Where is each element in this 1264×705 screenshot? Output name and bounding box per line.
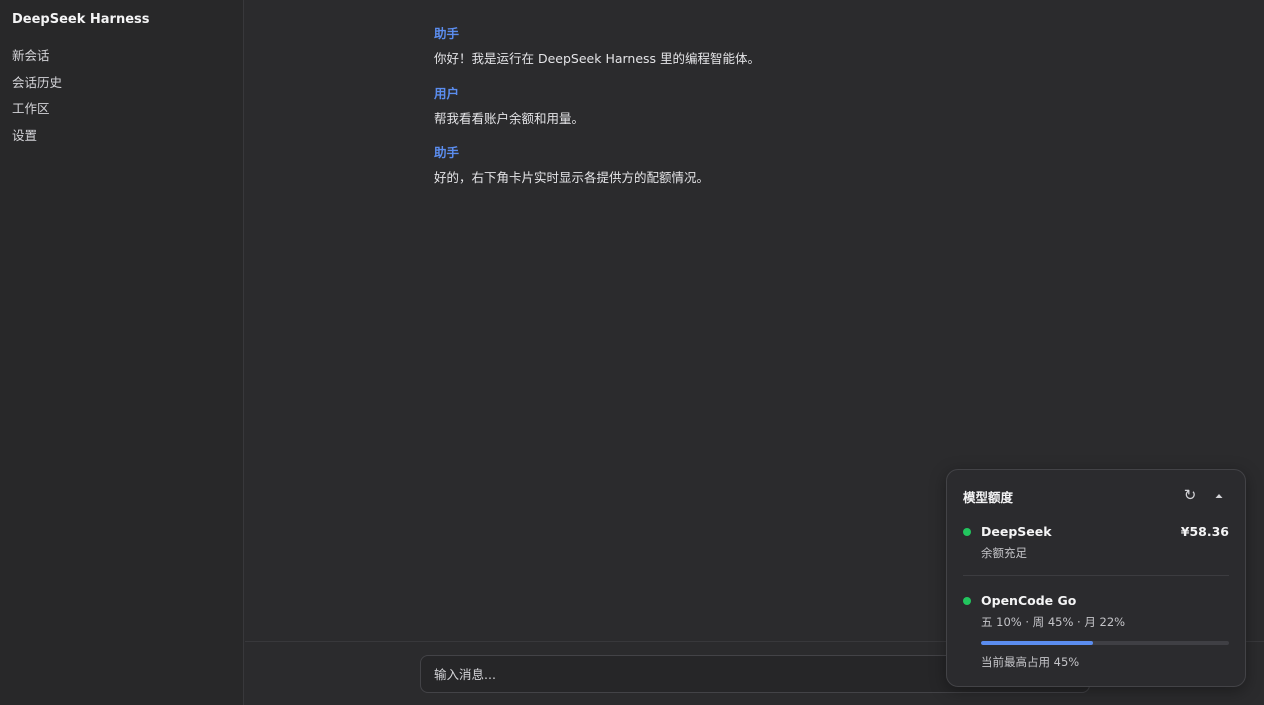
message-role: 助手 xyxy=(434,145,460,160)
message-assistant: 助手 好的，右下角卡片实时显示各提供方的配额情况。 xyxy=(434,144,1074,204)
provider-status: 余额充足 xyxy=(981,546,1027,560)
sidebar-item-workspace[interactable]: 工作区 xyxy=(12,100,62,127)
provider-deepseek: DeepSeek ¥58.36 余额充足 xyxy=(963,522,1229,566)
provider-balance: ¥58.36 xyxy=(1180,524,1229,539)
message-text: 你好！我是运行在 DeepSeek Harness 里的编程智能体。 xyxy=(434,51,761,66)
divider xyxy=(963,575,1229,576)
message-text: 好的，右下角卡片实时显示各提供方的配额情况。 xyxy=(434,170,710,185)
quota-card-title: 模型额度 xyxy=(963,490,1014,505)
provider-usage: 五 10% · 周 45% · 月 22% xyxy=(981,615,1126,629)
sidebar-item-new-chat[interactable]: 新会话 xyxy=(12,47,62,74)
provider-name: DeepSeek xyxy=(981,524,1052,539)
sidebar-item-settings[interactable]: 设置 xyxy=(12,127,62,154)
usage-progress-fill xyxy=(981,641,1093,645)
message-role: 助手 xyxy=(434,26,460,41)
sidebar-item-history[interactable]: 会话历史 xyxy=(12,74,62,101)
provider-opencode-go: OpenCode Go 五 10% · 周 45% · 月 22% 当前最高占用… xyxy=(963,591,1229,675)
message-user: 用户 帮我看看账户余额和用量。 xyxy=(434,85,1074,145)
chevron-up-icon[interactable] xyxy=(1212,488,1226,502)
usage-progress-bar xyxy=(981,641,1229,645)
status-dot xyxy=(963,597,971,605)
message-assistant: 助手 你好！我是运行在 DeepSeek Harness 里的编程智能体。 xyxy=(434,25,1074,85)
refresh-icon[interactable]: ↻ xyxy=(1182,485,1198,505)
message-text: 帮我看看账户余额和用量。 xyxy=(434,110,585,126)
app-window: DeepSeek Harness 新会话 会话历史 工作区 设置 助手 你好！我… xyxy=(0,0,1264,705)
provider-name: OpenCode Go xyxy=(981,593,1077,608)
quota-card: 模型额度 ↻ DeepSeek ¥58.36 余额充足 OpenCode Go … xyxy=(946,469,1246,687)
usage-progress-caption: 当前最高占用 45% xyxy=(981,655,1080,669)
message-role: 用户 xyxy=(434,85,460,101)
sidebar-nav: 新会话 会话历史 工作区 设置 xyxy=(12,47,62,153)
app-title: DeepSeek Harness xyxy=(12,12,150,27)
message-list: 助手 你好！我是运行在 DeepSeek Harness 里的编程智能体。 用户… xyxy=(434,25,1074,204)
status-dot xyxy=(963,528,971,536)
sidebar: DeepSeek Harness 新会话 会话历史 工作区 设置 xyxy=(0,0,244,705)
